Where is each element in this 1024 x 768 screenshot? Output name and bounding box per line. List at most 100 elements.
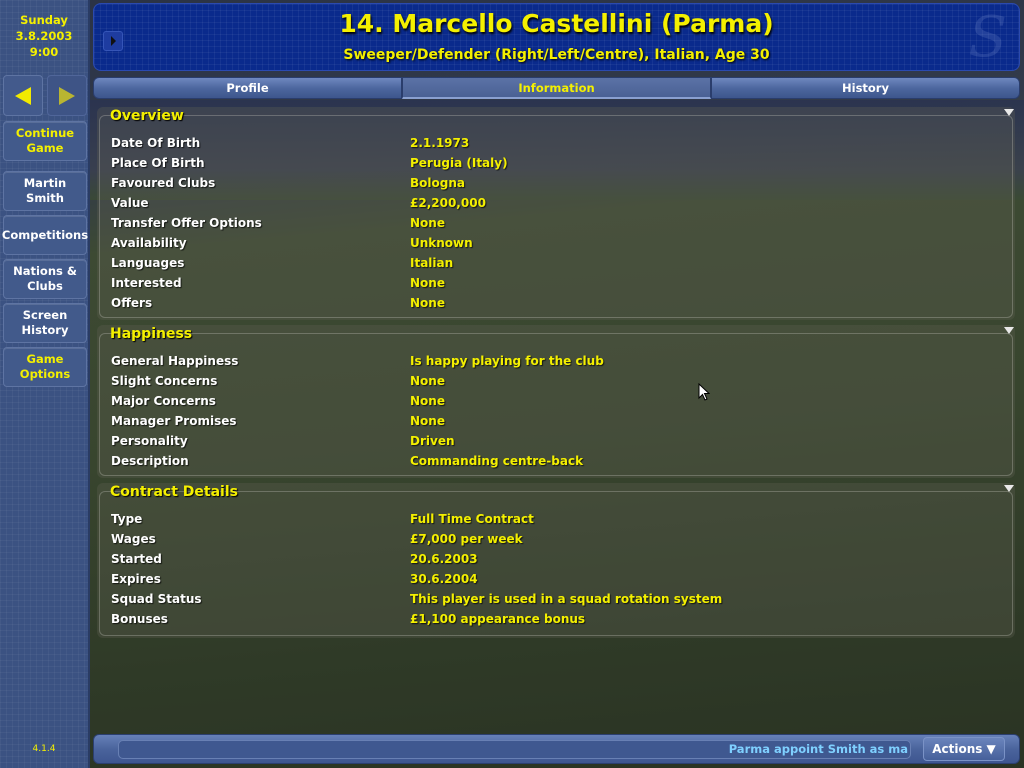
panel-title: Happiness [110, 326, 193, 342]
info-row: Favoured Clubs Bologna [111, 173, 1005, 193]
info-row: Slight Concerns None [111, 371, 1005, 391]
row-label: Bonuses [111, 612, 168, 626]
row-label: Manager Promises [111, 414, 237, 428]
row-value: Full Time Contract [410, 512, 534, 526]
row-label: Slight Concerns [111, 374, 218, 388]
info-row: Personality Driven [111, 431, 1005, 451]
happiness-rows: General Happiness Is happy playing for th… [111, 351, 1005, 471]
row-value: £2,200,000 [410, 196, 486, 210]
row-value: Perugia (Italy) [410, 156, 508, 170]
row-label: Major Concerns [111, 394, 216, 408]
manager-button[interactable]: Martin Smith [3, 171, 87, 211]
row-label: Type [111, 512, 143, 526]
tab-bar: Profile Information History [93, 77, 1020, 99]
row-label: Place Of Birth [111, 156, 205, 170]
info-row: Bonuses £1,100 appearance bonus [111, 609, 1005, 629]
contract-panel: Contract Details Type Full Time Contract W… [97, 483, 1015, 638]
row-value: 20.6.2003 [410, 552, 478, 566]
player-title: 14. Marcello Castellini (Parma) [339, 9, 774, 38]
row-label: Interested [111, 276, 182, 290]
info-row: Transfer Offer Options None [111, 213, 1005, 233]
date-time: 9:00 [29, 45, 59, 59]
sidebar: Sunday 3.8.2003 9:00 Continue Game Marti… [0, 0, 90, 768]
row-label: Transfer Offer Options [111, 216, 262, 230]
tab-information[interactable]: Information [402, 77, 711, 99]
version-label: 4.1.4 [32, 744, 56, 754]
date-day: Sunday [20, 13, 68, 27]
arrow-right-icon [59, 86, 75, 105]
continue-game-button[interactable]: Continue Game [3, 121, 87, 161]
info-row: Major Concerns None [111, 391, 1005, 411]
row-value: Commanding centre-back [410, 454, 584, 468]
info-row: Squad Status This player is used in a squ… [111, 589, 1005, 609]
info-row: Availability Unknown [111, 233, 1005, 253]
row-label: Started [111, 552, 162, 566]
row-value: None [410, 394, 445, 408]
overview-panel: Overview Date Of Birth 2.1.1973 Place Of B… [97, 107, 1015, 320]
row-label: Description [111, 454, 189, 468]
player-subtitle: Sweeper/Defender (Right/Left/Centre), It… [343, 47, 770, 63]
competitions-button[interactable]: Competitions [2, 215, 88, 255]
game-options-button[interactable]: Game Options [3, 347, 87, 387]
info-row: Description Commanding centre-back [111, 451, 1005, 471]
player-header: 14. Marcello Castellini (Parma) Sweeper/… [93, 3, 1020, 71]
collapse-icon[interactable] [1004, 485, 1014, 492]
info-row: General Happiness Is happy playing for th… [111, 351, 1005, 371]
row-value: None [410, 276, 445, 290]
info-row: Started 20.6.2003 [111, 549, 1005, 569]
info-row: Date Of Birth 2.1.1973 [111, 133, 1005, 153]
panel-title: Contract Details [110, 484, 238, 500]
screen-history-button[interactable]: Screen History [3, 303, 87, 343]
row-value: None [410, 414, 445, 428]
news-ticker[interactable]: Parma appoint Smith as ma [118, 740, 911, 759]
info-row: Interested None [111, 273, 1005, 293]
collapse-icon[interactable] [1004, 109, 1014, 116]
bottom-bar: Parma appoint Smith as ma Actions ▼ [93, 734, 1020, 764]
row-label: Offers [111, 296, 153, 310]
panel-title: Overview [110, 108, 184, 124]
tab-history[interactable]: History [711, 77, 1020, 99]
row-label: Expires [111, 572, 161, 586]
row-value: None [410, 374, 445, 388]
row-label: Favoured Clubs [111, 176, 216, 190]
info-row: Wages £7,000 per week [111, 529, 1005, 549]
tab-profile[interactable]: Profile [93, 77, 402, 99]
row-value: None [410, 216, 445, 230]
game-date: Sunday 3.8.2003 9:00 [0, 12, 88, 60]
row-label: General Happiness [111, 354, 239, 368]
info-row: Languages Italian [111, 253, 1005, 273]
nations-clubs-button[interactable]: Nations & Clubs [3, 259, 87, 299]
row-value: Driven [410, 434, 455, 448]
overview-rows: Date Of Birth 2.1.1973 Place Of Birth Perug… [111, 133, 1005, 313]
nav-arrows [3, 75, 87, 116]
collapse-icon[interactable] [1004, 327, 1014, 334]
row-value: £1,100 appearance bonus [410, 612, 586, 626]
row-label: Date Of Birth [111, 136, 201, 150]
info-row: Expires 30.6.2004 [111, 569, 1005, 589]
forward-button[interactable] [47, 75, 87, 116]
row-value: £7,000 per week [410, 532, 523, 546]
row-label: Value [111, 196, 149, 210]
row-label: Wages [111, 532, 156, 546]
row-value: 30.6.2004 [410, 572, 478, 586]
row-value: Italian [410, 256, 454, 270]
row-label: Languages [111, 256, 185, 270]
back-button[interactable] [3, 75, 43, 116]
info-row: Manager Promises None [111, 411, 1005, 431]
arrow-left-icon [15, 86, 31, 105]
actions-button[interactable]: Actions ▼ [923, 737, 1005, 761]
date-date: 3.8.2003 [15, 29, 73, 43]
news-text: Parma appoint Smith as ma [728, 742, 908, 756]
info-row: Place Of Birth Perugia (Italy) [111, 153, 1005, 173]
contract-rows: Type Full Time Contract Wages £7,000 per we… [111, 509, 1005, 629]
row-value: This player is used in a squad rotation … [410, 592, 723, 606]
row-value: Unknown [410, 236, 473, 250]
row-label: Availability [111, 236, 187, 250]
row-value: 2.1.1973 [410, 136, 470, 150]
logo-icon: S [968, 5, 1007, 70]
row-value: Bologna [410, 176, 465, 190]
info-row: Type Full Time Contract [111, 509, 1005, 529]
row-label: Squad Status [111, 592, 202, 606]
info-row: Value £2,200,000 [111, 193, 1005, 213]
row-label: Personality [111, 434, 188, 448]
